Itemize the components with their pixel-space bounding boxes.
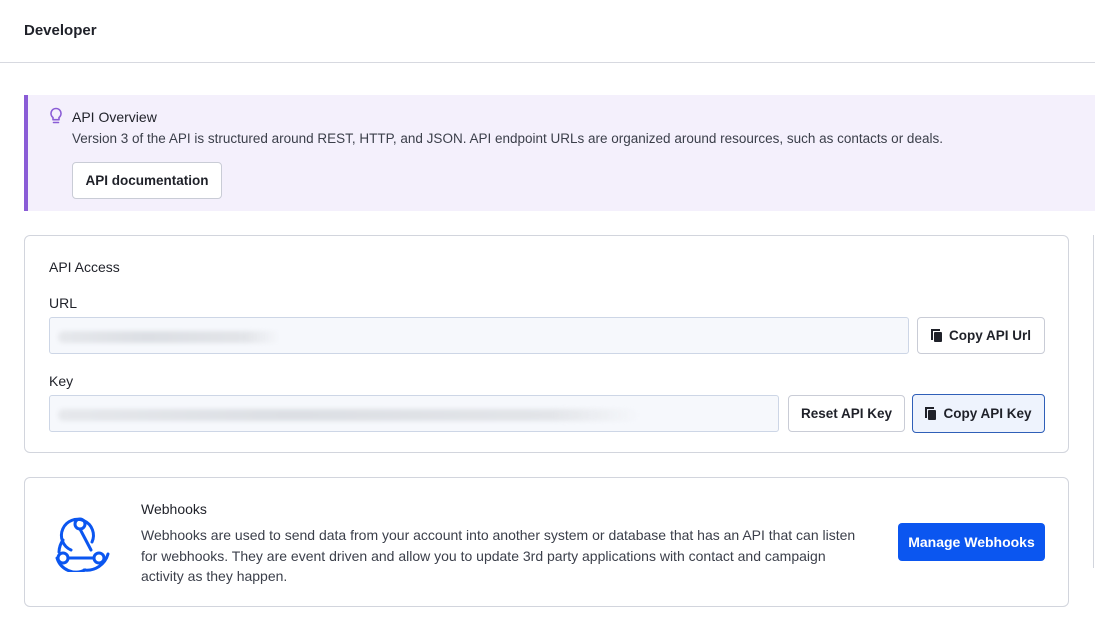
manage-webhooks-button[interactable]: Manage Webhooks (898, 523, 1045, 561)
api-access-card: API Access URL Copy API Url Key Reset AP… (24, 235, 1069, 453)
reset-api-key-button[interactable]: Reset API Key (788, 395, 905, 432)
copy-api-url-button[interactable]: Copy API Url (917, 317, 1045, 354)
api-documentation-button[interactable]: API documentation (72, 162, 222, 199)
redacted-key (58, 409, 640, 421)
redacted-url (58, 331, 280, 343)
api-access-title: API Access (49, 259, 120, 275)
webhooks-card: Webhooks Webhooks are used to send data … (24, 477, 1069, 607)
url-label: URL (49, 295, 78, 311)
page-header: Developer (0, 0, 1095, 63)
copy-api-url-label: Copy API Url (948, 328, 1031, 343)
callout-title: API Overview (72, 109, 157, 125)
key-label: Key (49, 373, 74, 389)
webhooks-description: Webhooks are used to send data from your… (141, 527, 856, 584)
copy-icon (930, 329, 943, 342)
api-url-field[interactable] (49, 317, 909, 354)
api-overview-callout: API Overview Version 3 of the API is str… (24, 95, 1095, 211)
api-key-field[interactable] (49, 395, 779, 432)
copy-icon (925, 407, 937, 420)
copy-api-key-button[interactable]: Copy API Key (912, 394, 1045, 433)
callout-body: Version 3 of the API is structured aroun… (72, 131, 943, 146)
lightbulb-icon (50, 107, 62, 124)
webhooks-title: Webhooks (141, 501, 207, 517)
copy-api-key-label: Copy API Key (943, 406, 1032, 421)
webhook-icon (55, 517, 110, 572)
page-title: Developer (24, 22, 97, 39)
